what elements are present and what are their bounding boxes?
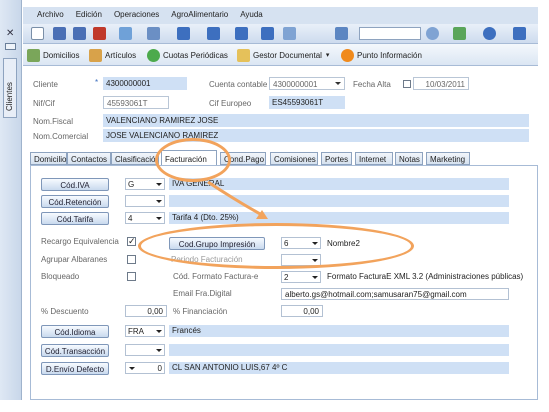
highlight-arrow-icon — [207, 180, 268, 219]
app-window: ✕ Clientes Archivo Edición Operaciones Agro… — [0, 0, 549, 412]
